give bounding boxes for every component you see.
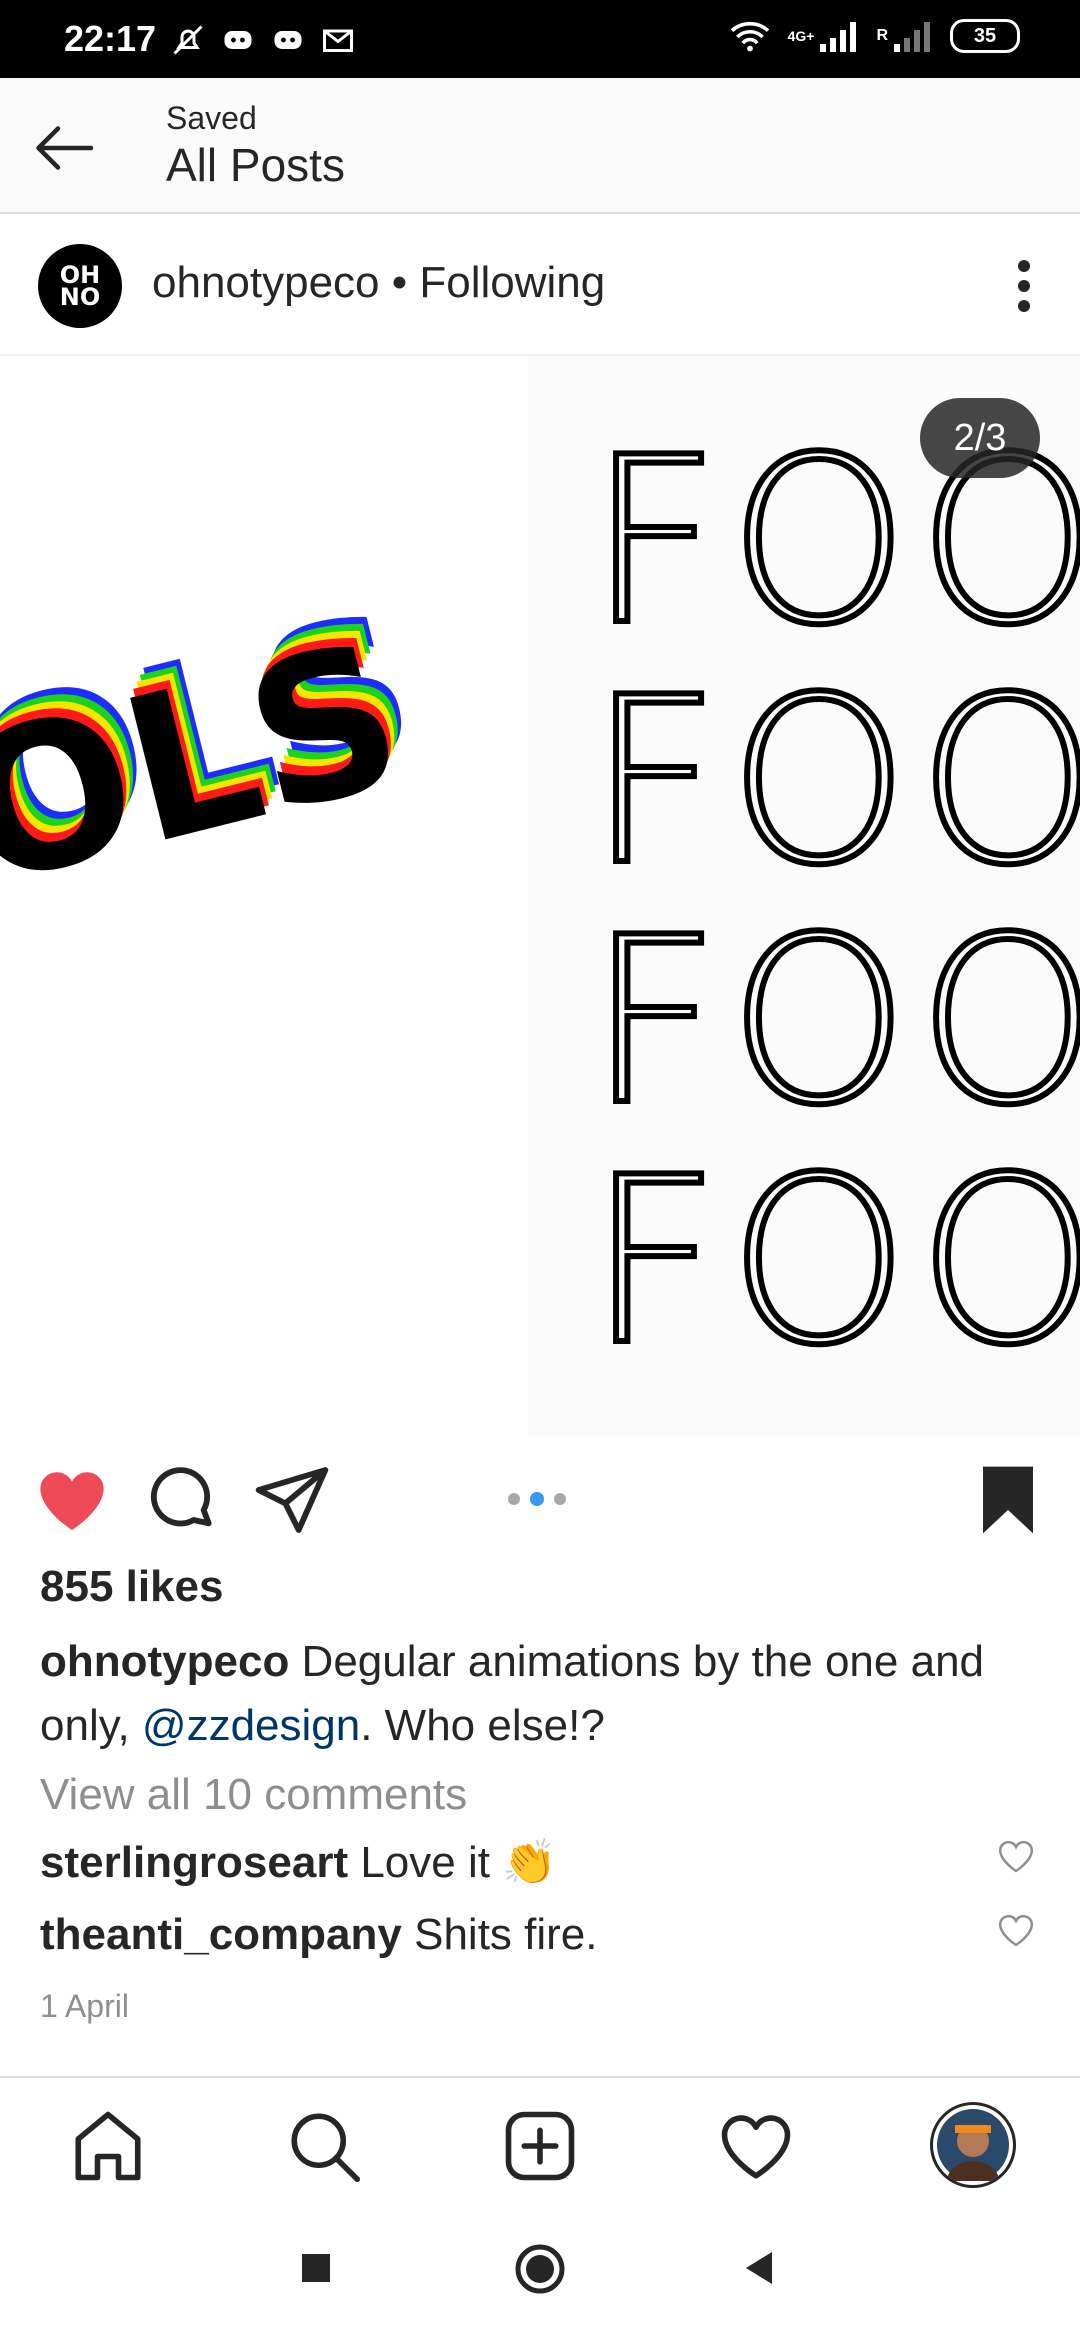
- heart-outline-icon: [721, 2115, 791, 2179]
- more-options-button[interactable]: [992, 250, 1056, 322]
- carousel-counter: 2/3: [920, 398, 1040, 478]
- carousel-dot-active: [530, 1492, 544, 1506]
- comment-item: sterlingroseart Love it 👏: [40, 1836, 980, 1888]
- comment-username[interactable]: theanti_company: [40, 1910, 402, 1959]
- media-left-graphic: OLS OLS OLS OLS OLS: [0, 569, 436, 932]
- caption-mention[interactable]: @zzdesign: [142, 1701, 360, 1750]
- roaming-label: R: [876, 27, 888, 44]
- signal-icon: [894, 22, 930, 52]
- post-author-avatar[interactable]: OH NO: [38, 244, 122, 328]
- media-right-panel: FOO FOO FOO FOO: [528, 356, 1080, 1436]
- back-button[interactable]: [28, 112, 100, 184]
- avatar-logo-text: OH NO: [59, 261, 101, 311]
- post-actions: [0, 1440, 1080, 1550]
- heart-filled-icon: [40, 1472, 104, 1530]
- back-system-icon[interactable]: [740, 2248, 780, 2288]
- profile-avatar-image: [937, 2109, 1009, 2181]
- foo-line-3: FOO: [588, 889, 1080, 1156]
- comment-like-button[interactable]: [996, 1836, 1036, 1876]
- comment-icon: [150, 1467, 212, 1527]
- nav-profile-avatar[interactable]: [930, 2102, 1016, 2188]
- comment-button[interactable]: [142, 1460, 222, 1540]
- header-subtitle: Saved: [166, 100, 257, 136]
- discord-icon: [274, 31, 302, 49]
- status-icons-left: [170, 22, 356, 58]
- page-title: All Posts: [166, 139, 345, 191]
- media-right-graphic: FOO FOO FOO FOO: [585, 406, 1080, 1399]
- comment-like-button[interactable]: [996, 1910, 1036, 1950]
- status-bar: 22:17 4G+ R 35: [0, 0, 1080, 78]
- carousel-indicator: [508, 1492, 566, 1506]
- comment-item: theanti_company Shits fire.: [40, 1910, 980, 1960]
- discord-icon: [224, 31, 252, 49]
- caption-text-2: . Who else!?: [360, 1701, 605, 1750]
- likes-count[interactable]: 855 likes: [40, 1562, 224, 1612]
- carousel-dot: [554, 1493, 566, 1505]
- wifi-icon: [730, 21, 769, 52]
- following-label[interactable]: • Following: [380, 258, 606, 307]
- nav-activity[interactable]: [714, 2104, 798, 2188]
- back-arrow-icon: [36, 126, 94, 170]
- battery-icon: 35: [950, 19, 1020, 53]
- network-label: 4G+: [787, 28, 815, 44]
- add-post-icon: [505, 2111, 575, 2181]
- post-media-carousel[interactable]: OLS OLS OLS OLS OLS FOO FOO FOO FOO 2/3: [0, 356, 1080, 1436]
- status-icons-right: 4G+ R 35: [728, 18, 1020, 54]
- caption-username[interactable]: ohnotypeco: [40, 1637, 289, 1686]
- status-time: 22:17: [64, 18, 157, 59]
- comment-username[interactable]: sterlingroseart: [40, 1838, 348, 1887]
- foo-line-4: FOO: [588, 1129, 1080, 1396]
- bookmark-filled-icon: [983, 1466, 1033, 1534]
- home-icon: [75, 2111, 141, 2181]
- gmail-icon: [323, 29, 353, 52]
- post-date: 1 April: [40, 1988, 129, 2024]
- share-button[interactable]: [252, 1460, 332, 1540]
- nav-home[interactable]: [66, 2104, 150, 2188]
- send-icon: [255, 1467, 329, 1533]
- view-all-comments-link[interactable]: View all 10 comments: [40, 1770, 467, 1820]
- search-icon: [291, 2113, 361, 2183]
- more-vertical-icon: [1018, 260, 1030, 312]
- comment-text: Shits fire.: [401, 1910, 598, 1959]
- app-header: Saved All Posts: [0, 78, 1080, 214]
- post-caption: ohnotypeco Degular animations by the one…: [40, 1630, 1050, 1758]
- post-header: OH NO ohnotypeco • Following: [0, 214, 1080, 356]
- nav-create[interactable]: [498, 2104, 582, 2188]
- recents-icon[interactable]: [296, 2248, 336, 2288]
- mute-bell-icon: [173, 25, 203, 55]
- heart-outline-icon: [998, 1914, 1034, 1947]
- signal-icon: [820, 22, 857, 52]
- carousel-dot: [508, 1493, 520, 1505]
- foo-line-2: FOO: [588, 649, 1080, 916]
- heart-outline-icon: [998, 1840, 1034, 1873]
- bottom-nav: [0, 2076, 1080, 2212]
- like-button[interactable]: [32, 1460, 112, 1540]
- post-user-line: ohnotypeco • Following: [152, 258, 605, 308]
- system-nav-bar: [0, 2210, 1080, 2340]
- post-username[interactable]: ohnotypeco: [152, 258, 380, 307]
- save-button[interactable]: [968, 1460, 1048, 1540]
- comment-text: Love it 👏: [348, 1838, 557, 1887]
- nav-search[interactable]: [282, 2104, 366, 2188]
- home-system-icon[interactable]: [513, 2242, 567, 2296]
